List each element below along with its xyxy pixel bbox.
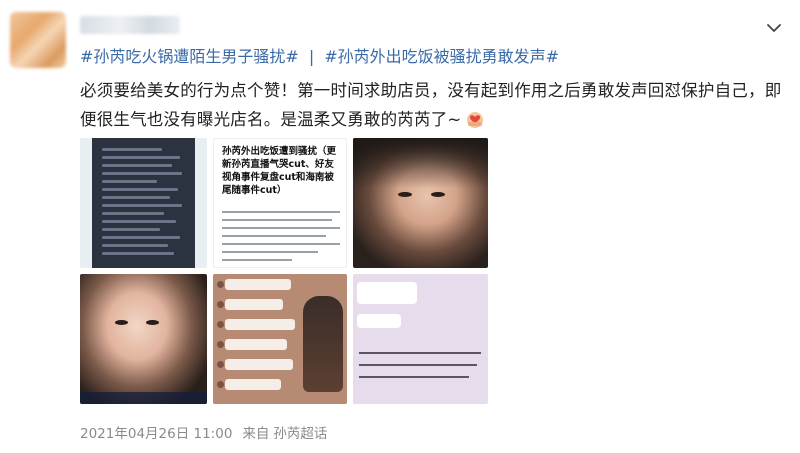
image-thumbnail-6[interactable] <box>353 274 488 404</box>
source-prefix: 来自 <box>242 426 270 442</box>
chat-avatar <box>217 341 224 348</box>
topic-link-1[interactable]: #孙芮吃火锅遭陌生男子骚扰# <box>80 47 299 66</box>
image-thumbnail-5[interactable] <box>213 274 347 404</box>
chat-bubble <box>357 314 401 328</box>
eye <box>431 192 445 197</box>
image-thumbnail-1[interactable] <box>80 138 207 268</box>
avatar[interactable] <box>10 12 66 68</box>
source-link[interactable]: 孙芮超话 <box>273 426 327 442</box>
text-line <box>102 244 168 247</box>
text-line <box>222 243 340 245</box>
text-line <box>102 156 180 159</box>
post-body: 必须要给美女的行为点个赞！第一时间求助店员，没有起到作用之后勇敢发声回怼保护自己… <box>80 76 785 134</box>
text-line <box>102 196 170 199</box>
chat-bubble <box>357 282 417 304</box>
text-line <box>222 251 318 253</box>
text-line <box>222 259 292 261</box>
image-thumbnail-3[interactable] <box>353 138 488 268</box>
chat-avatar <box>217 281 224 288</box>
text-line <box>102 212 164 215</box>
hair-shade <box>353 138 488 188</box>
post-meta: 2021年04月26日 11:00 来自 孙芮超话 <box>80 422 337 442</box>
text-line <box>222 235 326 237</box>
eye <box>146 320 159 325</box>
text-line <box>102 220 176 223</box>
stream-overlay-bar <box>80 392 207 404</box>
post-text: 必须要给美女的行为点个赞！第一时间求助店员，没有起到作用之后勇敢发声回怼保护自己… <box>80 81 782 129</box>
topic-link-2[interactable]: #孙芮外出吃饭被骚扰勇敢发声# <box>324 47 559 66</box>
image-thumbnail-4[interactable] <box>80 274 207 404</box>
image-title-text: 孙芮外出吃饭遭到骚扰（更新孙芮直播气哭cut、好友视角事件复盘cut和海南被尾随… <box>222 146 337 196</box>
text-line <box>222 227 340 229</box>
chat-avatar <box>217 381 224 388</box>
chevron-down-icon[interactable] <box>766 20 782 36</box>
text-line <box>222 219 332 221</box>
cartoon-figure <box>303 296 343 392</box>
image-thumbnail-2[interactable]: 孙芮外出吃饭遭到骚扰（更新孙芮直播气哭cut、好友视角事件复盘cut和海南被尾随… <box>213 138 347 268</box>
chat-bubble <box>225 359 293 370</box>
topic-separator: | <box>308 47 315 66</box>
text-line <box>102 236 180 239</box>
text-line <box>359 352 481 354</box>
text-line <box>102 204 182 207</box>
chat-bubble <box>225 279 291 290</box>
text-line <box>359 364 477 366</box>
chat-avatar <box>217 301 224 308</box>
chat-avatar <box>217 321 224 328</box>
text-line <box>102 180 157 183</box>
eye <box>115 320 128 325</box>
chat-bubble <box>225 319 295 330</box>
eye <box>398 192 412 197</box>
chat-avatar <box>217 361 224 368</box>
text-line <box>102 228 160 231</box>
post-timestamp[interactable]: 2021年04月26日 11:00 <box>80 426 232 442</box>
text-line <box>222 211 340 213</box>
username-blurred[interactable] <box>80 16 180 34</box>
text-line <box>102 172 182 175</box>
text-line <box>102 164 172 167</box>
text-line <box>359 376 469 378</box>
chat-bubble <box>225 299 283 310</box>
text-line <box>102 188 178 191</box>
text-line <box>102 148 162 151</box>
chat-bubble <box>225 339 287 350</box>
topic-tags: #孙芮吃火锅遭陌生男子骚扰# | #孙芮外出吃饭被骚扰勇敢发声# <box>80 46 559 68</box>
text-line <box>102 252 174 255</box>
chat-bubble <box>225 379 281 390</box>
heart-hands-emoji-icon <box>467 112 484 128</box>
